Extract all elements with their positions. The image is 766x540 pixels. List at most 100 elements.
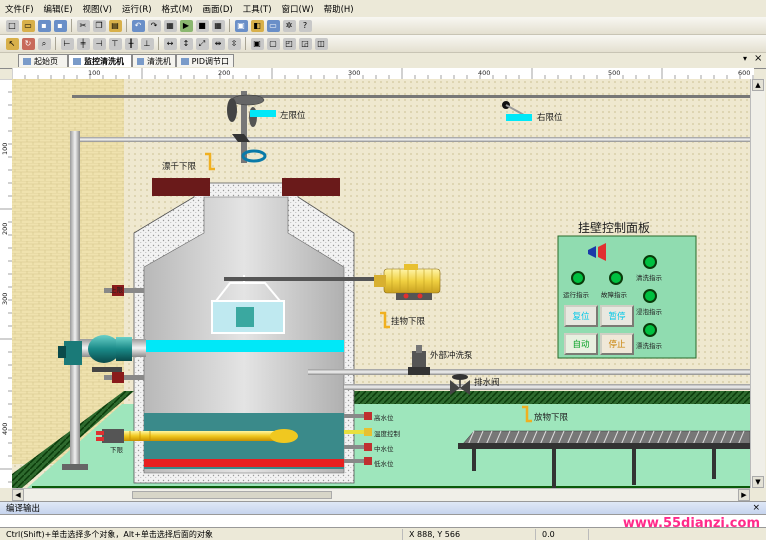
menu-run[interactable]: 运行(R) <box>117 3 157 15</box>
low-level-label: 低水位 <box>374 460 394 468</box>
menu-window[interactable]: 窗口(W) <box>277 3 319 15</box>
tab-pid[interactable]: PID调节口 <box>176 54 234 67</box>
align-bottom-icon[interactable]: ⊥ <box>140 37 154 50</box>
align-right-icon[interactable]: ⊣ <box>92 37 106 50</box>
page-icon <box>73 57 81 65</box>
drawing-toolbar: ↖ ↻ ⌕ ⊢ ╪ ⊣ ⊤ ╫ ⊥ ↔ ↕ ⤢ ⇹ ⇳ ▣ ▢ ◰ ◲ ◫ <box>0 35 766 53</box>
scroll-down-icon[interactable]: ▼ <box>752 476 764 488</box>
watermark-text: www.55dianzi.com <box>622 516 760 531</box>
page-icon <box>137 57 144 65</box>
settings-icon[interactable]: ✲ <box>282 19 296 32</box>
rotate-icon[interactable]: ↻ <box>21 37 35 50</box>
menu-file[interactable]: 文件(F) <box>0 3 39 15</box>
ruler-ticks <box>12 68 754 79</box>
output-title: 编译输出 <box>6 504 41 514</box>
ruler-label: 200 <box>1 222 9 235</box>
menu-help[interactable]: 帮助(H) <box>319 3 359 15</box>
vspace-icon[interactable]: ⇳ <box>227 37 241 50</box>
undo-icon[interactable]: ↶ <box>131 19 145 32</box>
pointer-icon[interactable]: ↖ <box>5 37 19 50</box>
document-tabs: 起始页 监控清洗机 清洗机 PID调节口 ▾ × <box>0 53 766 69</box>
tab-washer[interactable]: 清洗机 <box>132 54 176 67</box>
hspace-icon[interactable]: ⇹ <box>211 37 225 50</box>
standard-toolbar: □ ▭ ▪ ▪ ✂ ❐ ▤ ↶ ↷ ▦ ▶ ■ ▦ ▣ ◧ ▭ ✲ ? <box>0 17 766 35</box>
run-icon[interactable]: ▶ <box>179 19 193 32</box>
scroll-left-icon[interactable]: ◀ <box>12 489 24 501</box>
page-icon <box>181 57 189 65</box>
tab-monitor-washer[interactable]: 监控清洗机 <box>68 54 132 67</box>
group-icon[interactable]: ▣ <box>250 37 264 50</box>
bring-front-icon[interactable]: ◰ <box>282 37 296 50</box>
menu-view[interactable]: 视图(V) <box>78 3 117 15</box>
status-zoom: 0.0 <box>536 528 589 540</box>
stop-icon[interactable]: ■ <box>195 19 209 32</box>
ruler-label: 100 <box>1 142 9 155</box>
paste-icon[interactable]: ▤ <box>108 19 122 32</box>
menu-edit[interactable]: 编辑(E) <box>39 3 78 15</box>
tab-label: PID调节口 <box>191 56 229 66</box>
new-file-icon[interactable]: □ <box>5 19 19 32</box>
save-icon[interactable]: ▪ <box>37 19 51 32</box>
align-left-icon[interactable]: ⊢ <box>60 37 74 50</box>
reset-button[interactable]: 复位 <box>564 305 598 327</box>
overhead-rail <box>72 137 750 142</box>
panel-title: 挂壁控制面板 <box>578 221 651 235</box>
horizontal-scrollbar[interactable]: ◀ ▶ <box>12 488 750 501</box>
help-icon[interactable]: ? <box>298 19 312 32</box>
same-width-icon[interactable]: ↔ <box>163 37 177 50</box>
tab-label: 清洗机 <box>147 56 171 66</box>
menu-tools[interactable]: 工具(T) <box>238 3 277 15</box>
zoom-icon[interactable]: ⌕ <box>37 37 51 50</box>
tab-start-page[interactable]: 起始页 <box>18 54 68 67</box>
lock-icon[interactable]: ◫ <box>314 37 328 50</box>
close-panel-icon[interactable]: × <box>752 503 760 513</box>
menu-drawing[interactable]: 画面(D) <box>198 3 238 15</box>
scroll-right-icon[interactable]: ▶ <box>738 489 750 501</box>
open-folder-icon[interactable]: ▭ <box>21 19 35 32</box>
same-height-icon[interactable]: ↕ <box>179 37 193 50</box>
toolbar-separator <box>55 37 56 50</box>
lamp-fault-label: 故障指示 <box>601 291 627 299</box>
send-back-icon[interactable]: ◲ <box>298 37 312 50</box>
scada-canvas[interactable]: 左限位 右限位 漂千下限 挂壁控制面板 运行指示 故障指示 清洗指示 浸泡指示 … <box>12 79 750 488</box>
menu-format[interactable]: 格式(M) <box>157 3 198 15</box>
align-center-icon[interactable]: ╪ <box>76 37 90 50</box>
high-level-label: 高水位 <box>374 414 394 422</box>
print-icon[interactable]: ▦ <box>163 19 177 32</box>
vertical-scrollbar[interactable]: ▲ ▼ <box>750 79 765 488</box>
same-size-icon[interactable]: ⤢ <box>195 37 209 50</box>
ruler-label: 200 <box>218 69 231 77</box>
menu-bar: 文件(F) 编辑(E) 视图(V) 运行(R) 格式(M) 画面(D) 工具(T… <box>0 0 766 18</box>
scroll-thumb[interactable] <box>132 491 332 499</box>
screen-icon[interactable]: ▭ <box>266 19 280 32</box>
auto-button[interactable]: 自动 <box>564 333 598 355</box>
basket-limit-marker <box>380 311 390 329</box>
table-icon[interactable]: ▦ <box>211 19 225 32</box>
rinse-pipe <box>308 369 750 375</box>
toolbar-separator <box>126 19 127 32</box>
redo-icon[interactable]: ↷ <box>147 19 161 32</box>
ungroup-icon[interactable]: ▢ <box>266 37 280 50</box>
right-limit-switch <box>502 101 532 121</box>
align-middle-icon[interactable]: ╫ <box>124 37 138 50</box>
pause-button[interactable]: 暂停 <box>600 305 634 327</box>
window-icon[interactable]: ▣ <box>234 19 248 32</box>
copy-icon[interactable]: ❐ <box>92 19 106 32</box>
scroll-up-icon[interactable]: ▲ <box>752 79 764 91</box>
ruler-label: 300 <box>348 69 361 77</box>
disc-lower-limit-label: 放物下限 <box>534 413 569 423</box>
cut-icon[interactable]: ✂ <box>76 19 90 32</box>
tab-list-icon[interactable]: ▾ <box>743 54 747 63</box>
align-top-icon[interactable]: ⊤ <box>108 37 122 50</box>
close-tab-icon[interactable]: × <box>754 53 762 64</box>
heater-element <box>96 429 298 443</box>
basket-lower-limit-label: 挂物下限 <box>391 317 426 327</box>
stop-button[interactable]: 停止 <box>600 333 634 355</box>
temp-control-label: 温度控制 <box>374 430 400 438</box>
palette-icon[interactable]: ◧ <box>250 19 264 32</box>
drain-pipe <box>344 384 750 390</box>
save-all-icon[interactable]: ▪ <box>53 19 67 32</box>
ruler-label: 300 <box>1 292 9 305</box>
rinse-limit-marker <box>205 152 215 171</box>
toolbar-separator <box>158 37 159 50</box>
